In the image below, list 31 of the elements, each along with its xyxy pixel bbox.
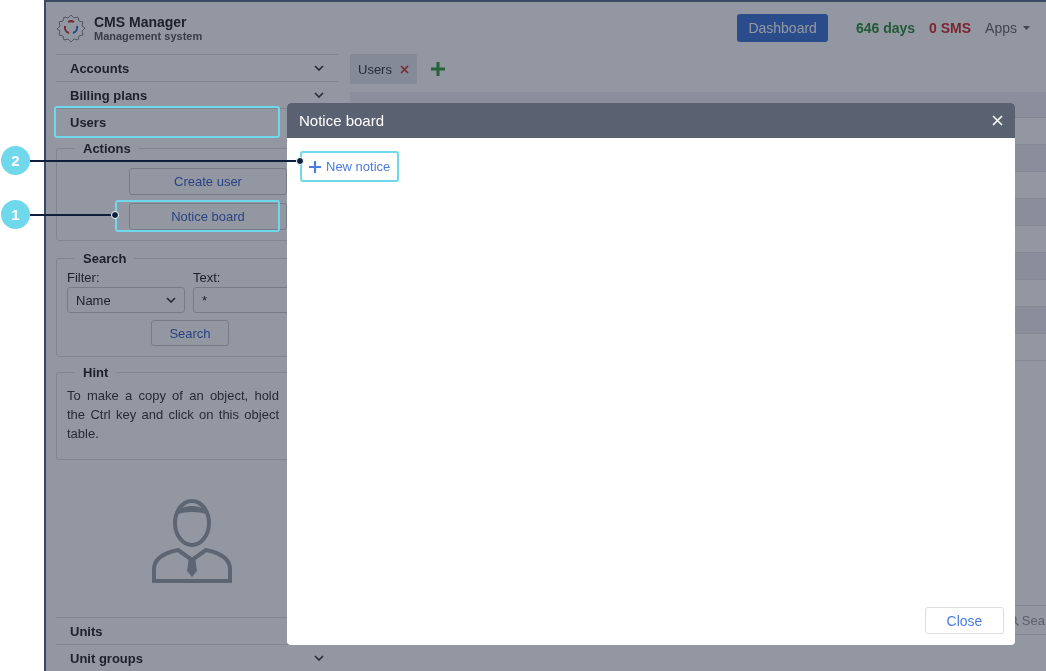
- action-button[interactable]: Create user: [129, 168, 287, 195]
- filter-dropdown[interactable]: Name: [67, 287, 185, 313]
- chevron-icon: [314, 65, 324, 71]
- sidebar-item[interactable]: Accounts: [56, 54, 338, 81]
- callout-badge: 1: [1, 200, 30, 229]
- sms-counter: 0 SMS: [929, 20, 972, 36]
- tab[interactable]: Users: [350, 54, 417, 84]
- app-title: CMS Manager: [94, 14, 188, 30]
- gear-logo-icon: [56, 13, 86, 43]
- action-button[interactable]: Notice board: [129, 203, 287, 230]
- actions-legend: Actions: [75, 141, 139, 156]
- close-button[interactable]: Close: [925, 607, 1004, 634]
- search-button[interactable]: Search: [151, 320, 229, 346]
- caret-icon: [1023, 26, 1030, 30]
- dashboard-button[interactable]: Dashboard: [737, 14, 828, 42]
- callout-badge: 2: [1, 146, 30, 175]
- new-notice-button[interactable]: New notice: [300, 151, 400, 182]
- apps-menu[interactable]: Apps: [985, 20, 1030, 36]
- search-legend: Search: [75, 251, 135, 266]
- text-label: Text:: [193, 270, 222, 285]
- plus-icon: [309, 160, 321, 173]
- filter-label: Filter:: [67, 270, 101, 285]
- hint-legend: Hint: [75, 365, 117, 380]
- chevron-icon: [166, 297, 176, 303]
- hint-text: To make a copy of an object, hold the Ctrl key and click on this object table.: [67, 387, 279, 443]
- days-counter: 646 days: [855, 20, 916, 36]
- plus-icon[interactable]: [430, 62, 445, 76]
- chevron-icon: [314, 655, 324, 661]
- chevron-icon: [314, 92, 324, 98]
- close-icon[interactable]: [399, 64, 409, 74]
- app-subtitle: Management system: [94, 30, 203, 42]
